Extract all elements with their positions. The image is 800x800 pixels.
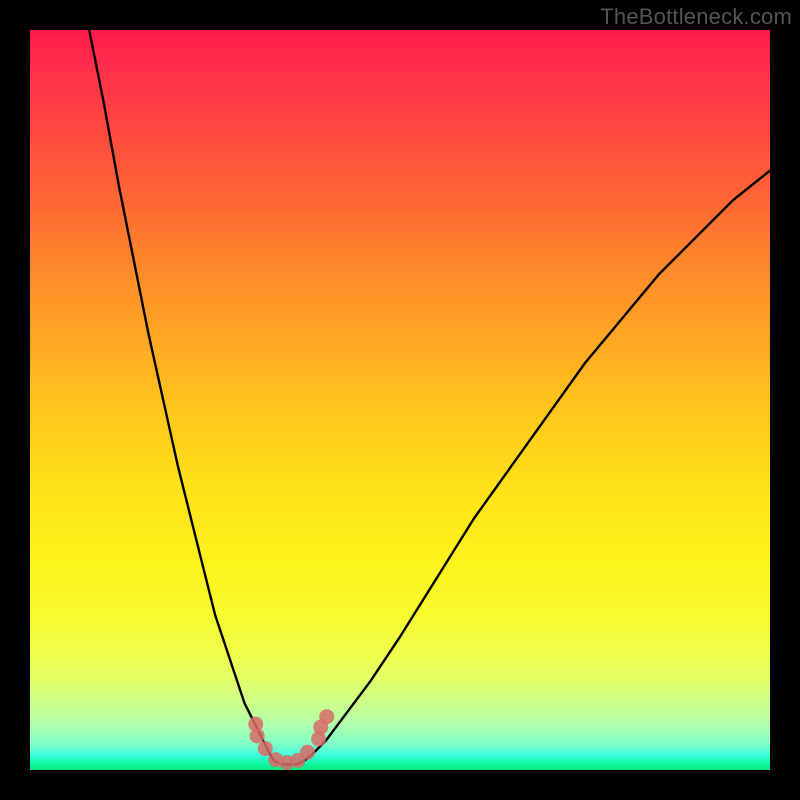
curve-marker [258,741,273,756]
chart-frame: TheBottleneck.com [0,0,800,800]
watermark-text: TheBottleneck.com [600,4,792,30]
curve-marker [319,709,334,724]
bottleneck-curve [30,30,770,770]
bottleneck-line [89,30,770,765]
curve-marker [250,728,265,743]
curve-marker [300,745,315,760]
plot-area [30,30,770,770]
